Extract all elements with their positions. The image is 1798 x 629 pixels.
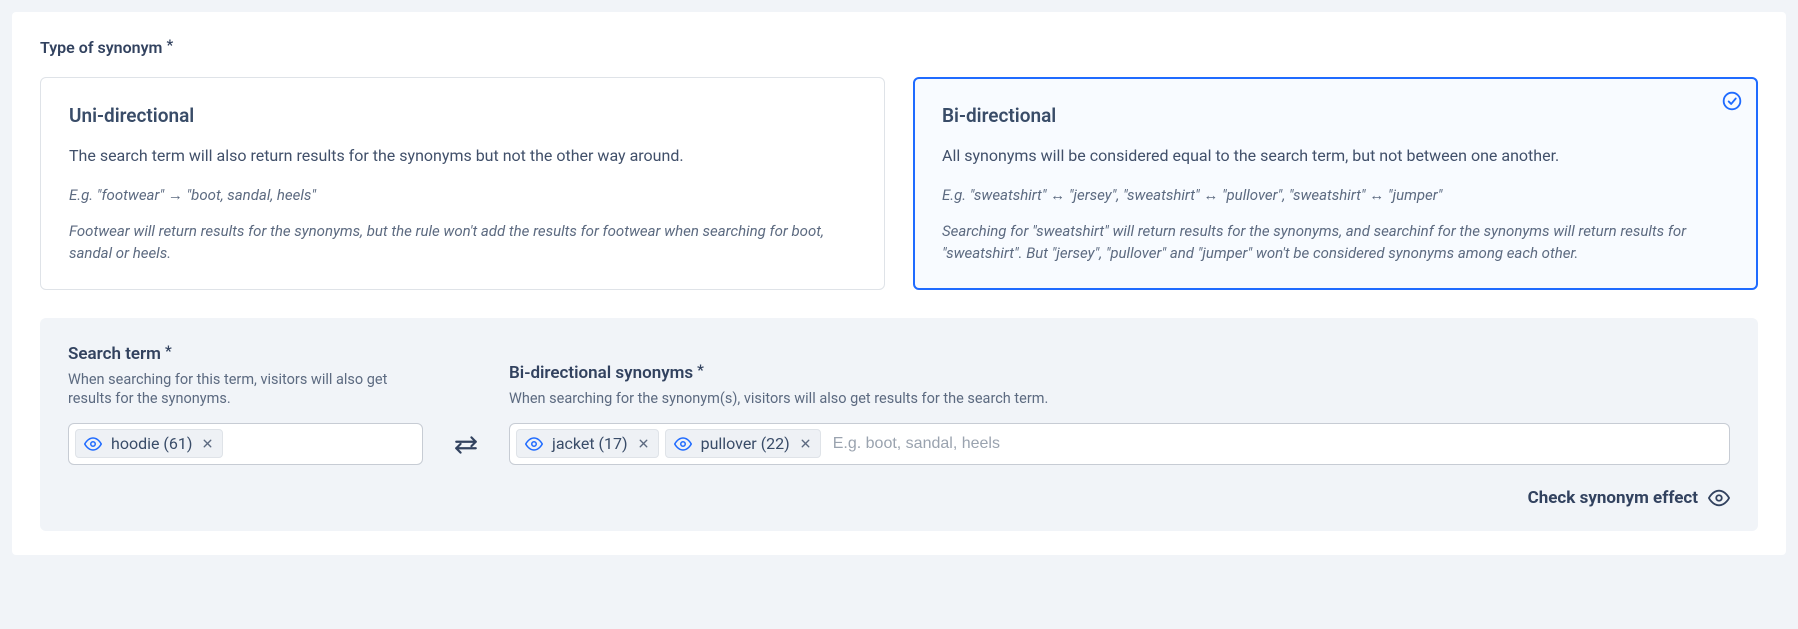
option-bi-desc: All synonyms will be considered equal to… xyxy=(942,145,1729,167)
option-uni-example: E.g. "footwear" → "boot, sandal, heels" xyxy=(69,185,856,207)
synonym-panel: Type of synonym * Uni-directional The se… xyxy=(12,12,1786,555)
synonyms-help: When searching for the synonym(s), visit… xyxy=(509,389,1730,409)
search-term-label-text: Search term xyxy=(68,344,161,364)
search-term-label: Search term * xyxy=(68,344,423,364)
option-uni-directional[interactable]: Uni-directional The search term will als… xyxy=(40,77,885,290)
check-synonym-effect-link[interactable]: Check synonym effect xyxy=(68,487,1730,509)
tag-label: pullover (22) xyxy=(701,434,790,453)
search-term-help: When searching for this term, visitors w… xyxy=(68,370,423,409)
option-uni-footnote: Footwear will return results for the syn… xyxy=(69,221,856,265)
required-asterisk: * xyxy=(697,361,704,379)
arrow-between-icon xyxy=(447,425,485,465)
option-bi-footnote: Searching for "sweatshirt" will return r… xyxy=(942,221,1729,265)
search-term-block: Search term * When searching for this te… xyxy=(68,344,423,465)
required-asterisk: * xyxy=(165,342,172,360)
tag-label: jacket (17) xyxy=(552,434,628,453)
synonyms-block: Bi-directional synonyms * When searching… xyxy=(509,363,1730,465)
option-bi-example: E.g. "sweatshirt" ↔ "jersey", "sweatshir… xyxy=(942,185,1729,207)
required-asterisk: * xyxy=(166,36,173,54)
eye-icon[interactable] xyxy=(674,435,692,453)
search-term-input[interactable]: hoodie (61) xyxy=(68,423,423,465)
synonyms-input[interactable]: jacket (17) pullover (22) xyxy=(509,423,1730,465)
option-uni-title: Uni-directional xyxy=(69,104,856,127)
fields-row: Search term * When searching for this te… xyxy=(68,344,1730,465)
check-synonym-effect-label: Check synonym effect xyxy=(1528,488,1698,508)
section-title-text: Type of synonym xyxy=(40,38,162,57)
synonyms-label: Bi-directional synonyms * xyxy=(509,363,1730,383)
option-uni-desc: The search term will also return results… xyxy=(69,145,856,167)
option-bi-directional[interactable]: Bi-directional All synonyms will be cons… xyxy=(913,77,1758,290)
section-title: Type of synonym * xyxy=(40,38,1758,57)
check-circle-icon xyxy=(1722,91,1742,115)
eye-icon xyxy=(1708,487,1730,509)
tag-label: hoodie (61) xyxy=(111,434,192,453)
eye-icon[interactable] xyxy=(525,435,543,453)
synonym-tag: pullover (22) xyxy=(665,429,821,458)
synonym-tag: jacket (17) xyxy=(516,429,659,458)
terms-section: Search term * When searching for this te… xyxy=(40,318,1758,531)
remove-tag-icon[interactable] xyxy=(637,437,650,450)
eye-icon[interactable] xyxy=(84,435,102,453)
synonyms-label-text: Bi-directional synonyms xyxy=(509,363,693,383)
synonyms-text-input[interactable] xyxy=(827,431,1723,457)
type-options-row: Uni-directional The search term will als… xyxy=(40,77,1758,290)
remove-tag-icon[interactable] xyxy=(201,437,214,450)
option-bi-title: Bi-directional xyxy=(942,104,1729,127)
search-term-tag: hoodie (61) xyxy=(75,429,223,458)
remove-tag-icon[interactable] xyxy=(799,437,812,450)
